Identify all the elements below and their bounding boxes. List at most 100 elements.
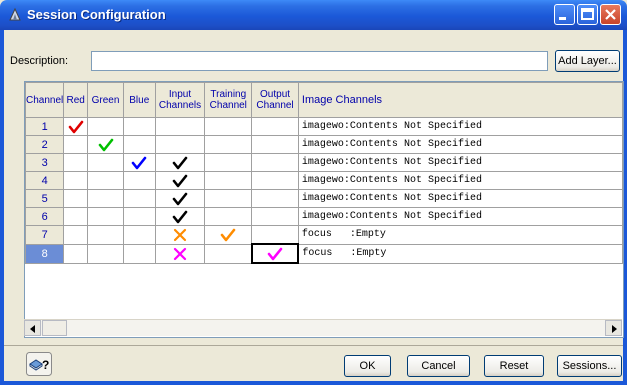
- table-row[interactable]: 2 imagewo:Contents Not Specified: [25, 135, 623, 154]
- sessions-button[interactable]: Sessions...: [557, 355, 622, 377]
- blue-cell[interactable]: [122, 135, 156, 154]
- output-cell[interactable]: [250, 243, 300, 264]
- add-layer-button[interactable]: Add Layer...: [555, 50, 620, 72]
- training-cell[interactable]: [204, 243, 253, 264]
- green-cell[interactable]: [87, 225, 124, 245]
- output-cell[interactable]: [251, 171, 299, 190]
- table-row[interactable]: 7 focus :Empty: [25, 225, 623, 245]
- training-cell[interactable]: [204, 207, 253, 226]
- red-cell[interactable]: [63, 135, 89, 154]
- green-cell[interactable]: [87, 135, 124, 154]
- red-cell[interactable]: [63, 171, 89, 190]
- empty-cell: [64, 263, 88, 281]
- table-row[interactable]: 8 focus :Empty: [25, 243, 623, 264]
- green-cell[interactable]: [87, 189, 124, 208]
- image-channel-cell[interactable]: imagewo:Contents Not Specified: [297, 171, 623, 190]
- red-cell[interactable]: [63, 225, 89, 245]
- green-cell[interactable]: [87, 207, 124, 226]
- table-row[interactable]: 4 imagewo:Contents Not Specified: [25, 171, 623, 190]
- input-cell[interactable]: [154, 153, 206, 172]
- blue-cell[interactable]: [122, 225, 156, 245]
- training-cell[interactable]: [204, 189, 253, 208]
- check-mark-icon: [172, 156, 188, 169]
- red-cell[interactable]: [63, 153, 89, 172]
- training-cell[interactable]: [204, 171, 253, 190]
- column-header-output-channel[interactable]: Output Channel: [251, 82, 299, 118]
- column-header-training-channel[interactable]: Training Channel: [204, 82, 253, 118]
- scroll-right-button[interactable]: [605, 320, 622, 336]
- column-header-input-channels[interactable]: Input Channels: [154, 82, 206, 118]
- output-cell[interactable]: [251, 189, 299, 208]
- input-cell[interactable]: [154, 135, 206, 154]
- scrollbar-thumb[interactable]: [42, 320, 67, 336]
- channel-number-cell[interactable]: 8: [25, 243, 65, 264]
- output-cell[interactable]: [251, 135, 299, 154]
- column-header-red[interactable]: Red: [63, 82, 89, 118]
- column-header-image-channels[interactable]: Image Channels: [297, 82, 623, 118]
- channel-number-cell[interactable]: 4: [25, 171, 65, 190]
- image-channel-cell[interactable]: focus :Empty: [297, 243, 623, 264]
- scroll-left-button[interactable]: [24, 320, 41, 336]
- green-cell[interactable]: [87, 153, 124, 172]
- cancel-button[interactable]: Cancel: [407, 355, 470, 377]
- green-cell[interactable]: [87, 171, 124, 190]
- channel-grid[interactable]: Channel Red Green Blue Input Channels Tr…: [24, 81, 624, 338]
- training-cell[interactable]: [204, 135, 253, 154]
- green-cell[interactable]: [87, 117, 124, 136]
- input-cell[interactable]: [154, 225, 206, 245]
- output-cell[interactable]: [251, 117, 299, 136]
- image-channel-cell[interactable]: imagewo:Contents Not Specified: [297, 207, 623, 226]
- column-header-channel[interactable]: Channel: [25, 82, 65, 118]
- table-row[interactable]: 1 imagewo:Contents Not Specified: [25, 117, 623, 136]
- training-cell[interactable]: [204, 117, 253, 136]
- channel-number-cell[interactable]: 2: [25, 135, 65, 154]
- blue-cell[interactable]: [122, 171, 156, 190]
- column-header-blue[interactable]: Blue: [122, 82, 156, 118]
- table-row[interactable]: 3 imagewo:Contents Not Specified: [25, 153, 623, 172]
- red-cell[interactable]: [63, 189, 89, 208]
- table-row[interactable]: 5 imagewo:Contents Not Specified: [25, 189, 623, 208]
- close-button[interactable]: [600, 4, 621, 25]
- image-channel-cell[interactable]: imagewo:Contents Not Specified: [297, 135, 623, 154]
- horizontal-scrollbar[interactable]: [24, 319, 622, 336]
- blue-cell[interactable]: [122, 153, 156, 172]
- input-cell[interactable]: [154, 117, 206, 136]
- output-cell[interactable]: [251, 207, 299, 226]
- column-header-green[interactable]: Green: [87, 82, 124, 118]
- table-row[interactable]: 6 imagewo:Contents Not Specified: [25, 207, 623, 226]
- input-cell[interactable]: [154, 171, 206, 190]
- training-cell[interactable]: [204, 153, 253, 172]
- input-cell[interactable]: [154, 243, 206, 264]
- red-cell[interactable]: [63, 207, 89, 226]
- ok-button[interactable]: OK: [344, 355, 391, 377]
- blue-cell[interactable]: [122, 243, 156, 264]
- output-cell[interactable]: [251, 225, 299, 245]
- input-cell[interactable]: [154, 189, 206, 208]
- reset-button[interactable]: Reset: [484, 355, 544, 377]
- green-cell[interactable]: [87, 243, 124, 264]
- channel-number-cell[interactable]: 6: [25, 207, 65, 226]
- red-cell[interactable]: [63, 117, 89, 136]
- red-cell[interactable]: [63, 243, 89, 264]
- channel-number-cell[interactable]: 5: [25, 189, 65, 208]
- channel-number-cell[interactable]: 7: [25, 225, 65, 245]
- training-cell[interactable]: [204, 225, 253, 245]
- title-bar[interactable]: Session Configuration: [0, 0, 627, 30]
- minimize-button[interactable]: [554, 4, 575, 25]
- image-channel-cell[interactable]: focus :Empty: [297, 225, 623, 245]
- input-cell[interactable]: [154, 207, 206, 226]
- context-help-icon[interactable]: ?: [26, 352, 52, 376]
- empty-cell: [88, 263, 124, 281]
- output-cell[interactable]: [251, 153, 299, 172]
- description-input[interactable]: [91, 51, 548, 71]
- channel-number-cell[interactable]: 3: [25, 153, 65, 172]
- empty-cell: [123, 263, 155, 281]
- channel-number-cell[interactable]: 1: [25, 117, 65, 136]
- blue-cell[interactable]: [122, 189, 156, 208]
- blue-cell[interactable]: [122, 117, 156, 136]
- image-channel-cell[interactable]: imagewo:Contents Not Specified: [297, 153, 623, 172]
- image-channel-cell[interactable]: imagewo:Contents Not Specified: [297, 117, 623, 136]
- image-channel-cell[interactable]: imagewo:Contents Not Specified: [297, 189, 623, 208]
- blue-cell[interactable]: [122, 207, 156, 226]
- maximize-button[interactable]: [577, 4, 598, 25]
